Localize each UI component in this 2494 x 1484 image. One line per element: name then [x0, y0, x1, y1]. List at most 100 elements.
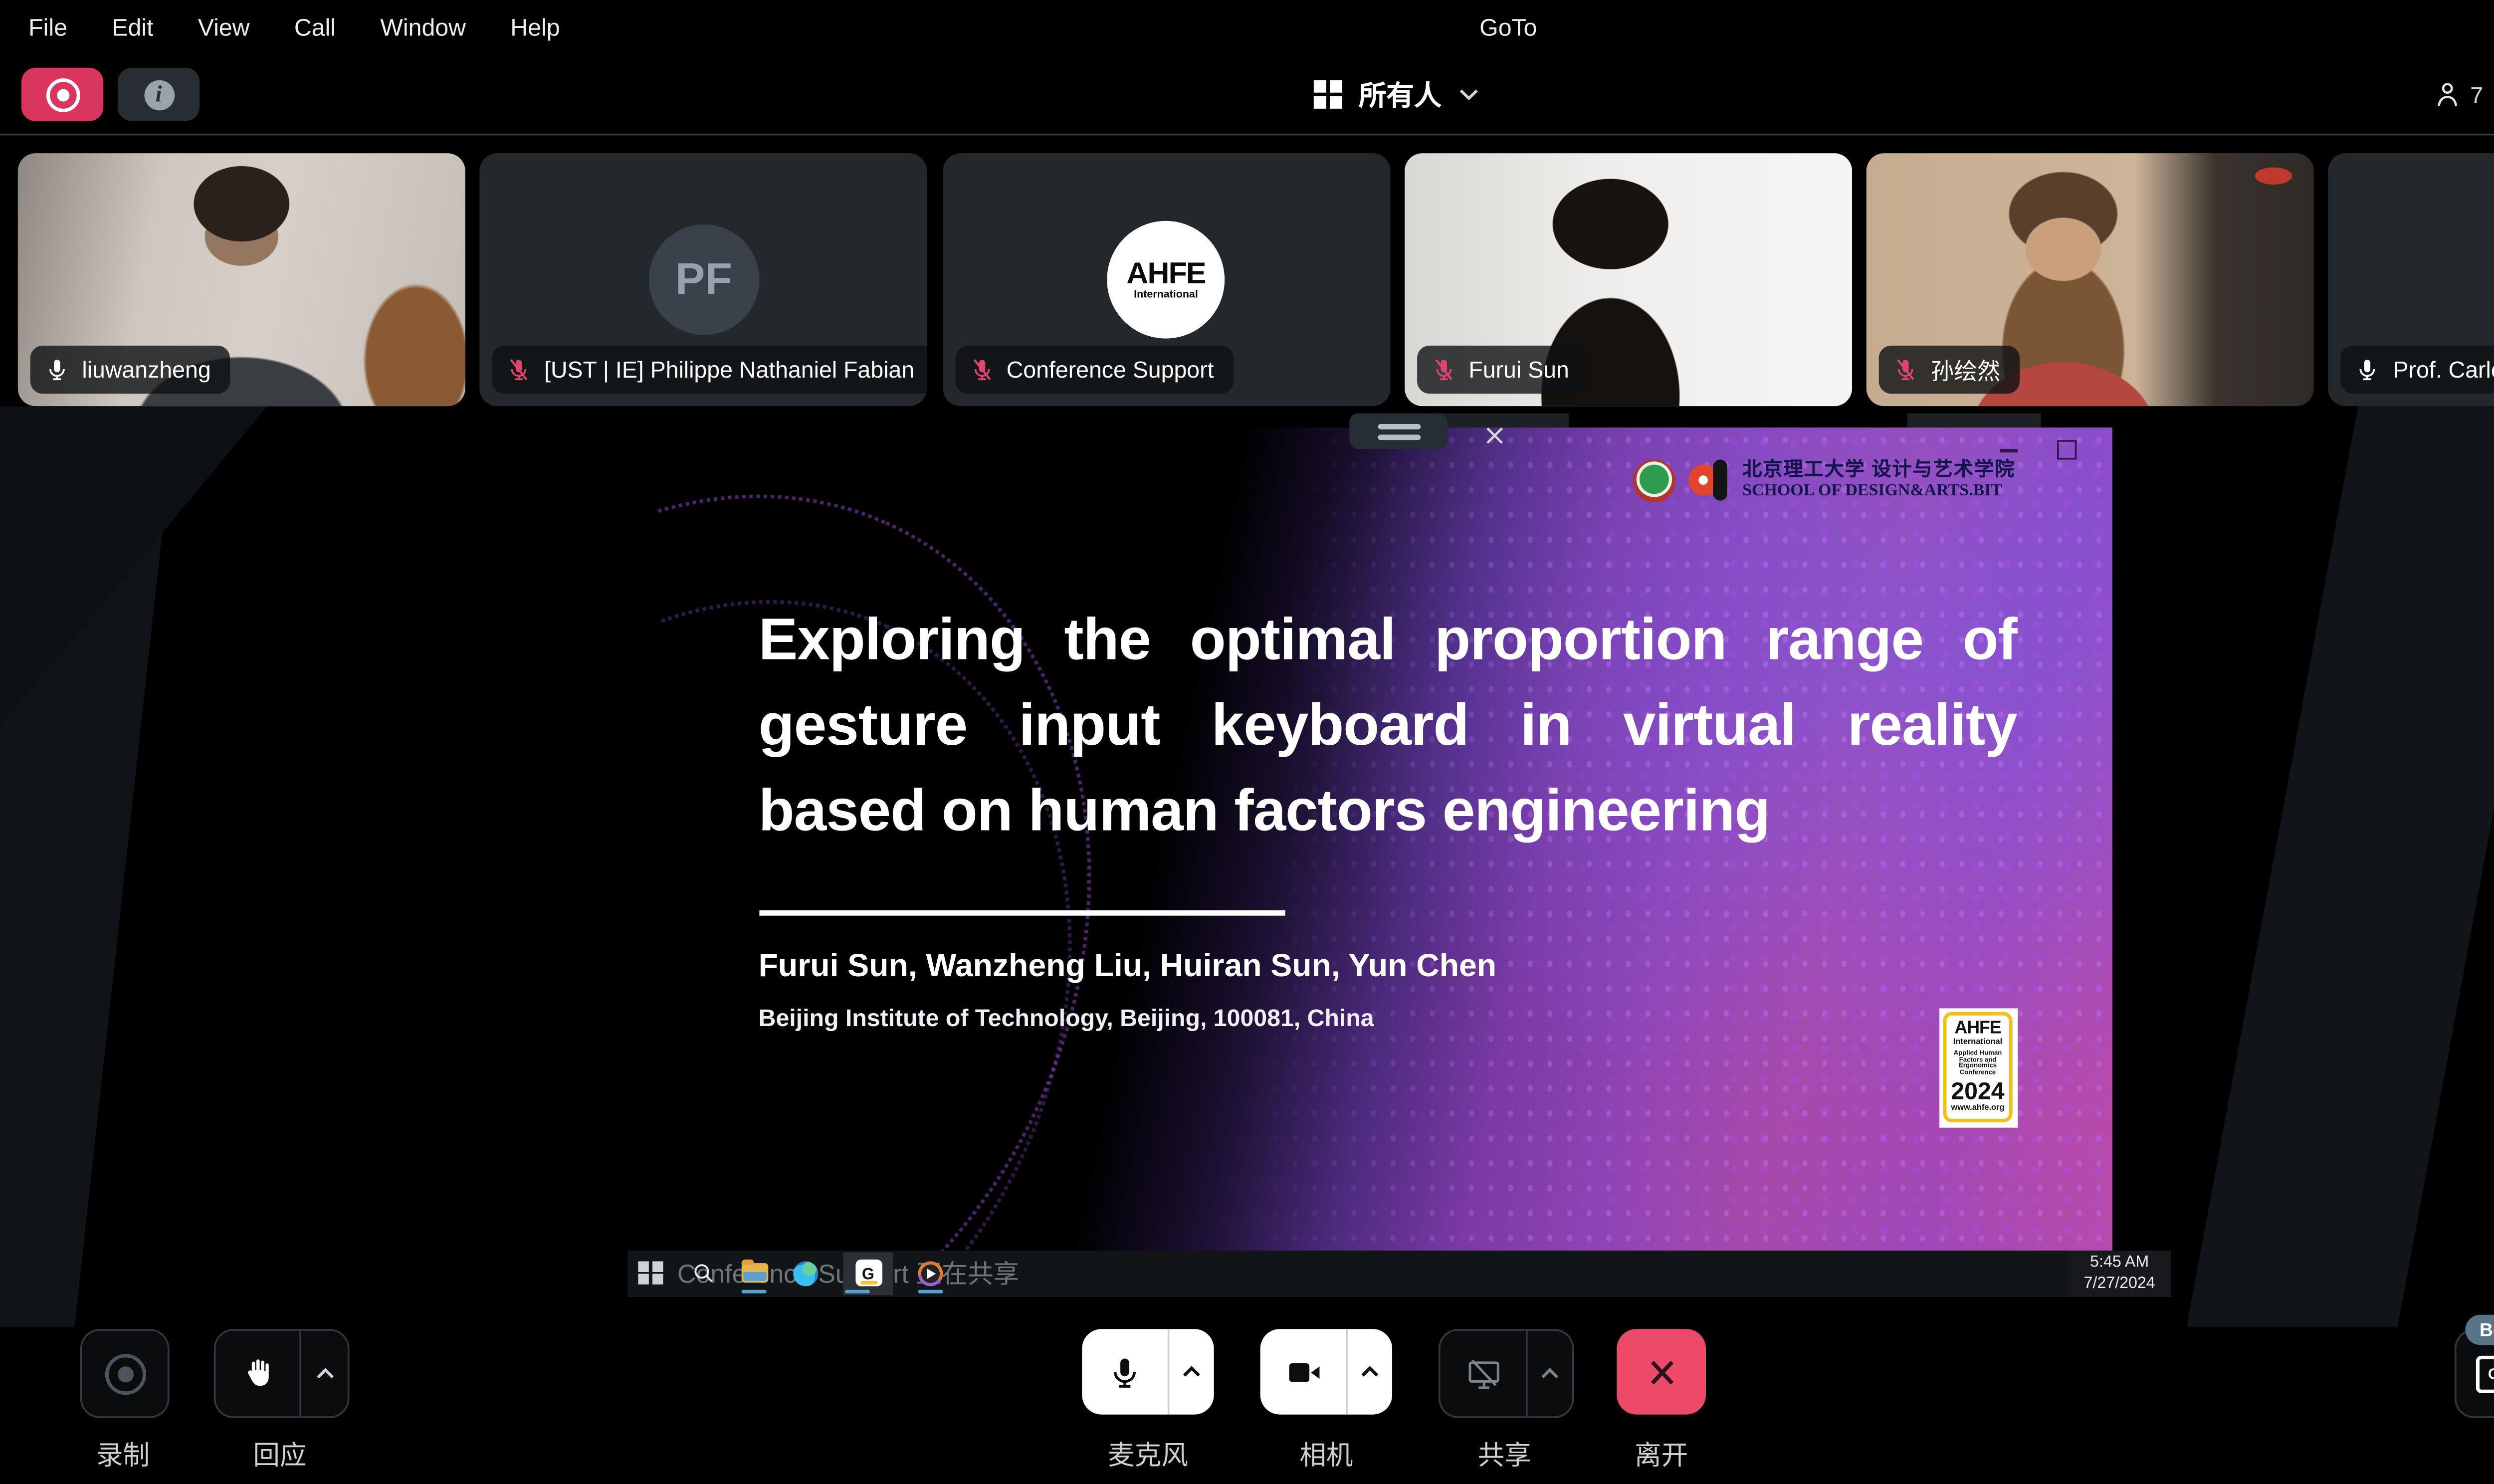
mic-on-icon	[2356, 356, 2381, 383]
camera-label: 相机	[1299, 1436, 1353, 1474]
layout-selector[interactable]: 所有人	[0, 55, 2494, 134]
share-menu-button[interactable]	[1528, 1331, 1572, 1416]
drag-handle-icon	[1377, 434, 1420, 439]
media-player-button[interactable]	[916, 1252, 945, 1295]
search-icon	[691, 1262, 714, 1284]
taskbar-clock[interactable]: 5:45 AM 7/27/2024	[2068, 1250, 2171, 1297]
video-tile-conference-support[interactable]: AHFE International Conference Support	[942, 153, 1390, 406]
edge-icon	[793, 1261, 818, 1286]
desktop-fragment	[1907, 414, 2041, 428]
name-tag: 孙绘然	[1879, 346, 2020, 394]
name-tag: liuwanzheng	[30, 346, 230, 394]
slide-minimize-button[interactable]	[1999, 448, 2017, 452]
slide-title-line: gesture input keyboard in virtual realit…	[759, 681, 2017, 767]
slide-title-line: based on human factors engineering	[759, 767, 2017, 852]
share-button[interactable]	[1439, 1329, 1574, 1418]
goto-app-button[interactable]: G	[843, 1252, 893, 1295]
record-label: 录制	[96, 1436, 150, 1474]
name-tag: Conference Support	[955, 346, 1234, 394]
video-tile-furui-sun[interactable]: Furui Sun	[1405, 153, 1852, 406]
participant-name: Furui Sun	[1468, 356, 1569, 383]
slide-restore-button[interactable]	[2056, 439, 2076, 458]
leave-button[interactable]	[1617, 1329, 1706, 1414]
slide-authors: Furui Sun, Wanzheng Liu, Huiran Sun, Yun…	[759, 947, 1497, 984]
reactions-menu-button[interactable]	[301, 1331, 348, 1416]
taskbar-time: 5:45 AM	[2068, 1253, 2171, 1273]
menu-call[interactable]: Call	[294, 14, 336, 41]
captions-button[interactable]: Beta CC	[2455, 1329, 2494, 1418]
menu-bar: File Edit View Call Window Help GoTo	[0, 0, 2494, 55]
slide-affiliation: Beijing Institute of Technology, Beijing…	[759, 1004, 1374, 1031]
chevron-up-icon	[1182, 1365, 1201, 1379]
raised-hand-icon	[240, 1356, 275, 1391]
slide-close-button[interactable]	[1479, 421, 1508, 449]
sharing-toolbar-handle[interactable]	[1349, 414, 1448, 449]
toolbar-right: 7	[2431, 55, 2494, 134]
chevron-up-icon	[315, 1366, 334, 1381]
participant-name: liuwanzheng	[82, 356, 210, 383]
microphone-menu-button[interactable]	[1169, 1329, 1214, 1414]
edge-browser-button[interactable]	[792, 1252, 820, 1295]
slide-title-line: Exploring the optimal proportion range o…	[759, 596, 2017, 681]
menu-view[interactable]: View	[198, 14, 250, 41]
close-icon	[1484, 425, 1503, 444]
reactions-button[interactable]	[214, 1329, 350, 1418]
mic-muted-icon	[969, 356, 994, 383]
ahfe-logo-subtext: International	[1134, 291, 1198, 301]
participant-name: 孙绘然	[1931, 353, 2000, 387]
start-button[interactable]	[636, 1252, 665, 1295]
grid-view-icon	[1314, 80, 1343, 109]
participant-count: 7	[2470, 81, 2483, 108]
university-name-en: SCHOOL OF DESIGN&ARTS.BIT	[1742, 482, 2015, 503]
menu-edit[interactable]: Edit	[112, 14, 153, 41]
view-mode-label: 所有人	[1359, 75, 1442, 114]
microphone-button[interactable]	[1082, 1329, 1214, 1414]
menu-window[interactable]: Window	[380, 14, 466, 41]
name-tag: [UST | IE] Philippe Nathaniel Fabian	[492, 346, 927, 394]
participant-name: Conference Support	[1007, 356, 1214, 383]
record-button[interactable]	[80, 1329, 170, 1418]
participants-button[interactable]: 7	[2431, 78, 2483, 110]
share-label: 共享	[1478, 1436, 1531, 1474]
taskbar-icons: G	[636, 1250, 945, 1297]
record-icon	[104, 1353, 145, 1394]
participant-name: [UST | IE] Philippe Nathaniel Fabian	[544, 356, 914, 383]
school-logo-icon	[1687, 460, 1731, 501]
mic-muted-icon	[1431, 356, 1456, 383]
person-icon	[2431, 78, 2463, 110]
share-screen-off-icon	[1464, 1355, 1502, 1392]
participant-strip: liuwanzheng PF [UST | IE] Philippe Natha…	[18, 153, 2494, 406]
badge-year: 2024	[1951, 1080, 2004, 1105]
university-name-cn: 北京理工大学 设计与艺术学院	[1742, 459, 2015, 482]
participant-name: Prof. Carlos Lugay, PhD	[2393, 356, 2494, 383]
mic-muted-icon	[507, 356, 532, 383]
video-tile-philippe[interactable]: PF [UST | IE] Philippe Nathaniel Fabian	[480, 153, 927, 406]
goto-app-icon: G	[855, 1260, 882, 1287]
camera-menu-button[interactable]	[1348, 1329, 1392, 1414]
video-tile-sun-huiran[interactable]: 孙绘然	[1867, 153, 2314, 406]
video-tile-carlos-lugay[interactable]: PP Prof. Carlos Lugay, PhD	[2329, 153, 2494, 406]
call-controls: 录制 回应 麦克风	[0, 1327, 2494, 1484]
menu-file[interactable]: File	[28, 14, 67, 41]
app-title: GoTo	[1479, 14, 1537, 41]
file-explorer-button[interactable]	[740, 1252, 768, 1295]
folder-icon	[741, 1264, 768, 1283]
toolbar-divider	[0, 134, 2494, 136]
video-tile-liuwanzheng[interactable]: liuwanzheng	[18, 153, 465, 406]
mic-muted-icon	[1893, 356, 1918, 383]
drag-handle-icon	[1377, 423, 1420, 428]
goto-meeting-window: File Edit View Call Window Help GoTo i	[0, 0, 2494, 1484]
captions-icon: CC	[2476, 1355, 2494, 1392]
meeting-toolbar: i 所有人 7	[0, 55, 2494, 134]
shared-desktop-taskbar: Conference Support 正在共享 G 5:45 AM 7/27/2…	[627, 1250, 2171, 1297]
chevron-down-icon	[1457, 87, 1479, 102]
ahfe-logo: AHFE International	[1107, 221, 1225, 339]
menu-help[interactable]: Help	[510, 14, 560, 41]
title-underline	[759, 909, 1284, 915]
app-menu: File Edit View Call Window Help	[0, 14, 560, 41]
camera-button[interactable]	[1260, 1329, 1392, 1414]
presentation-slide: 北京理工大学 设计与艺术学院 SCHOOL OF DESIGN&ARTS.BIT…	[657, 426, 2111, 1250]
search-button[interactable]	[688, 1252, 716, 1295]
reactions-label: 回应	[253, 1436, 306, 1474]
chevron-up-icon	[1360, 1365, 1380, 1379]
